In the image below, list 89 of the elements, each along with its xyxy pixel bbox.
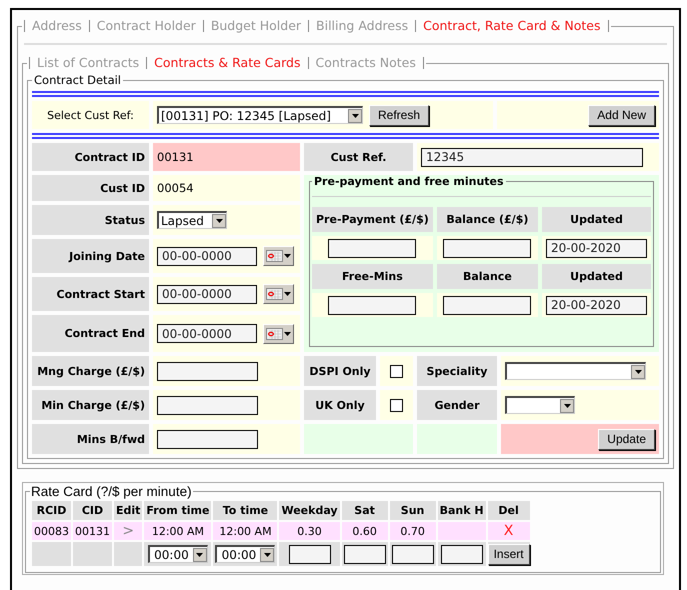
column-header: Pre-Payment (£/$) (316, 213, 429, 226)
date-field[interactable]: 00-00-0000 (157, 284, 257, 304)
field-label: Contract Start (56, 288, 145, 300)
column-header: Balance (£/$) (446, 213, 528, 226)
input-field[interactable] (157, 362, 258, 380)
checkbox[interactable] (390, 364, 403, 378)
checkbox[interactable] (390, 398, 403, 412)
calendar-button[interactable] (263, 324, 294, 344)
caret-icon (284, 332, 291, 336)
column-header: Edit (114, 501, 142, 520)
section-title: Rate Card (?/$ per minute) (31, 484, 192, 499)
field-label: Contract ID (74, 150, 145, 164)
field-label: Cust ID (100, 182, 145, 194)
column-header: Updated (570, 270, 623, 283)
column-header: Weekday (279, 501, 340, 520)
refresh-button[interactable]: Refresh (369, 104, 430, 126)
gender-select[interactable] (505, 396, 575, 414)
caret-icon (284, 254, 291, 258)
column-header: Sun (390, 501, 436, 520)
input-field[interactable]: 20-00-2020 (546, 296, 647, 314)
calendar-button[interactable] (263, 246, 294, 266)
column-header: Updated (570, 213, 623, 226)
section-title: Contract Detail (34, 73, 122, 87)
input-field[interactable] (440, 544, 483, 564)
column-header: To time (213, 501, 278, 520)
input-field[interactable] (288, 544, 331, 564)
speciality-select[interactable] (505, 362, 646, 380)
column-header: Sat (342, 501, 388, 520)
input-field[interactable] (157, 396, 258, 414)
input-field[interactable]: 20-00-2020 (546, 238, 647, 258)
table-cell-text: 00131 (74, 524, 111, 540)
column-header: From time (144, 501, 212, 520)
input-field[interactable] (328, 296, 416, 314)
calendar-icon (266, 288, 283, 300)
field-value: 00131 (157, 150, 194, 164)
time-select[interactable]: 00:00 (148, 545, 208, 563)
field-label: UK Only (315, 398, 365, 412)
input-field[interactable]: 12345 (421, 148, 643, 166)
status-select[interactable]: Lapsed (157, 211, 227, 229)
caret-icon (634, 370, 642, 374)
input-field[interactable] (392, 544, 434, 564)
column-header: Balance (462, 270, 512, 283)
column-header: CID (73, 501, 112, 520)
date-field[interactable]: 00-00-0000 (157, 324, 257, 343)
update-button[interactable]: Update (598, 428, 655, 450)
caret-icon (216, 218, 222, 222)
cust-ref-select[interactable]: [00131] PO: 12345 [Lapsed] (157, 106, 363, 124)
field-label: Gender (434, 398, 480, 412)
table-cell-text: 0.70 (399, 524, 426, 540)
field-label: Mng Charge (£/$) (37, 364, 145, 378)
caret-icon (564, 404, 570, 408)
field-label: Cust Ref. (330, 150, 386, 164)
tab[interactable]: Contract, Rate Card & Notes (415, 20, 609, 32)
input-field[interactable] (443, 238, 532, 258)
time-select[interactable]: 00:00 (215, 545, 276, 563)
input-field[interactable] (443, 296, 532, 314)
column-header: Free-Mins (342, 270, 403, 283)
field-label: Select Cust Ref: (47, 108, 134, 122)
tab[interactable]: Contracts & Rate Cards (146, 57, 308, 69)
caret-icon (284, 292, 291, 296)
field-label: Speciality (426, 364, 488, 378)
input-field[interactable] (344, 544, 386, 564)
date-field[interactable]: 00-00-0000 (157, 246, 257, 266)
calendar-icon (266, 250, 283, 262)
column-header: Bank H (438, 501, 486, 520)
input-field[interactable] (157, 430, 258, 448)
table-cell-text: 0.60 (351, 524, 378, 540)
field-label: Status (104, 214, 145, 226)
column-header: Del (488, 501, 530, 520)
insert-button[interactable]: Insert (488, 544, 530, 564)
caret-icon (352, 114, 358, 118)
field-label: Contract End (64, 327, 145, 340)
caret-icon (264, 552, 271, 556)
table-cell-text: 12:00 AM (218, 524, 273, 540)
field-label: DSPI Only (309, 364, 371, 378)
table-cell-text: 12:00 AM (150, 524, 206, 540)
table-cell-text: 0.30 (296, 524, 323, 540)
field-label: Min Charge (£/$) (41, 398, 145, 412)
caret-icon (196, 552, 204, 556)
table-cell-text: 00083 (33, 524, 70, 540)
section-title: Pre-payment and free minutes (314, 175, 504, 188)
calendar-icon (266, 328, 283, 340)
column-header: RCID (32, 501, 71, 520)
add-new-button[interactable]: Add New (588, 104, 655, 126)
calendar-button[interactable] (263, 284, 294, 304)
field-value: 00054 (157, 181, 194, 195)
input-field[interactable] (328, 238, 416, 258)
field-label: Joining Date (69, 250, 145, 262)
field-label: Mins B/fwd (76, 432, 145, 446)
